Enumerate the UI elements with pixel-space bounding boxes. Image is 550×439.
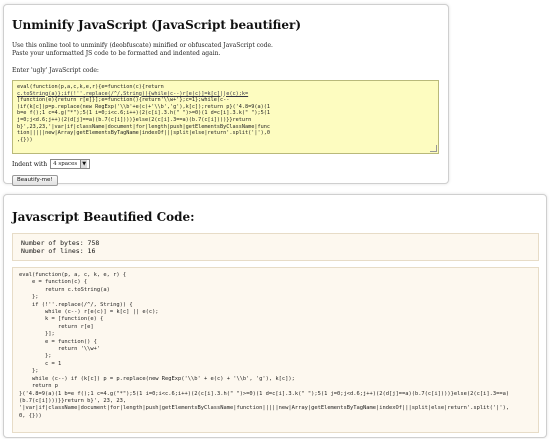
chevron-down-icon: ▼ — [80, 160, 88, 168]
resize-grip-icon[interactable] — [430, 145, 437, 152]
beautified-output[interactable]: eval(function(p, a, c, k, e, r) { e = fu… — [12, 267, 539, 433]
lines-count: Number of lines: 16 — [21, 247, 96, 255]
indent-select-value: 4 spaces — [53, 161, 78, 167]
indent-label: Indent with — [12, 160, 48, 168]
code-input-textarea[interactable]: eval(function(p,a,c,k,e,r){e=function(c)… — [12, 80, 439, 154]
stats-box: Number of bytes: 758 Number of lines: 16 — [12, 233, 539, 261]
beautified-code: eval(function(p, a, c, k, e, r) { e = fu… — [19, 272, 510, 419]
indent-row: Indent with 4 spaces ▼ — [12, 159, 91, 169]
output-panel: Javascript Beautified Code: Number of by… — [3, 194, 547, 438]
beautify-button[interactable]: Beautify-me! — [12, 175, 58, 186]
input-label: Enter 'ugly' JavaScript code: — [12, 67, 99, 74]
indent-select[interactable]: 4 spaces ▼ — [50, 159, 91, 169]
bytes-count: Number of bytes: 758 — [21, 239, 100, 247]
input-panel: Unminify JavaScript (JavaScript beautifi… — [3, 4, 449, 186]
page-title: Unminify JavaScript (JavaScript beautifi… — [12, 18, 302, 32]
code-input-text: eval(function(p,a,c,k,e,r){e=function(c)… — [17, 84, 270, 143]
description-line-2: Paste your unformatted JS code to be for… — [12, 50, 221, 57]
output-title: Javascript Beautified Code: — [12, 210, 195, 224]
